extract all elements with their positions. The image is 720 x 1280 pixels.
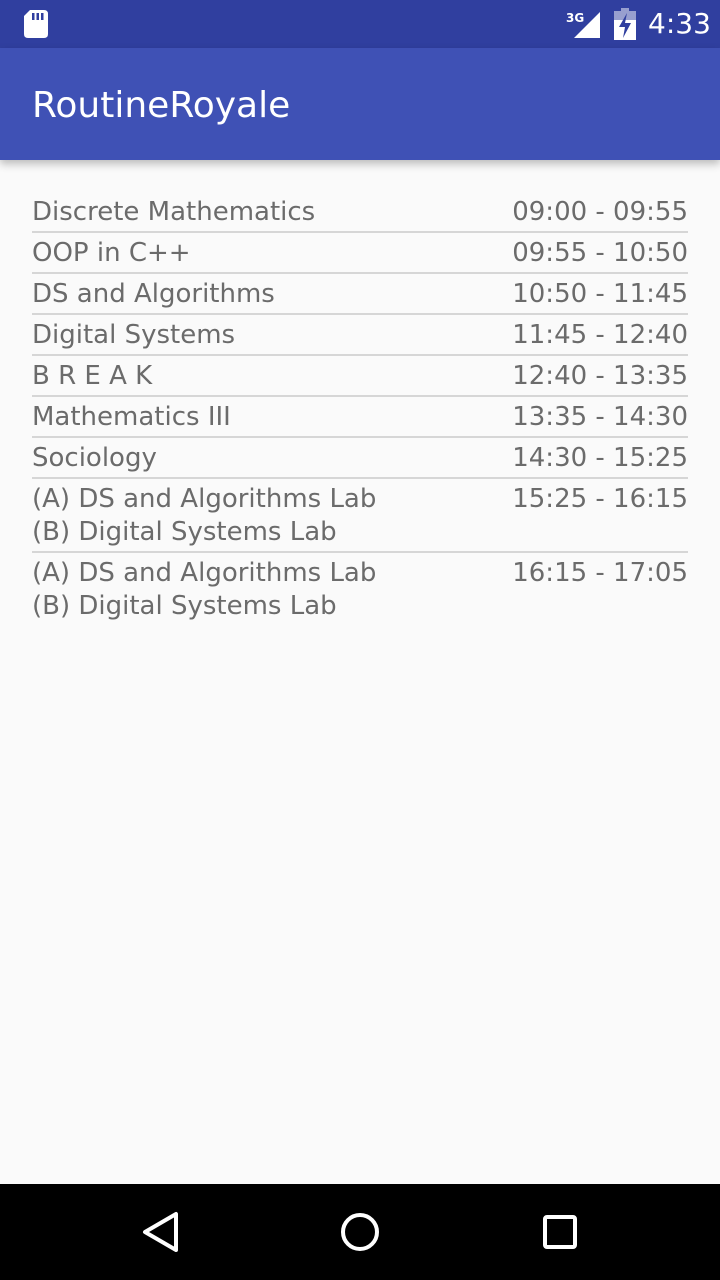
time-label: 11:45 - 12:40: [512, 320, 688, 350]
subject-label: (A) DS and Algorithms Lab (B) Digital Sy…: [32, 484, 377, 547]
subject-label: Discrete Mathematics: [32, 197, 316, 227]
schedule-row: Digital Systems 11:45 - 12:40: [32, 315, 688, 356]
signal-icon: 3G: [566, 11, 600, 38]
network-type-label: 3G: [566, 11, 584, 25]
time-label: 15:25 - 16:15: [512, 484, 688, 514]
back-icon[interactable]: [136, 1208, 184, 1256]
schedule-row: B R E A K 12:40 - 13:35: [32, 356, 688, 397]
navigation-bar: [0, 1184, 720, 1280]
app-bar: RoutineRoyale: [0, 48, 720, 160]
time-label: 12:40 - 13:35: [512, 361, 688, 391]
app-title: RoutineRoyale: [32, 85, 291, 126]
schedule-row: (A) DS and Algorithms Lab (B) Digital Sy…: [32, 479, 688, 553]
schedule-row: Sociology 14:30 - 15:25: [32, 438, 688, 479]
schedule-row: Mathematics III 13:35 - 14:30: [32, 397, 688, 438]
time-label: 09:55 - 10:50: [512, 238, 688, 268]
schedule-row: OOP in C++ 09:55 - 10:50: [32, 233, 688, 274]
time-label: 14:30 - 15:25: [512, 443, 688, 473]
time-label: 09:00 - 09:55: [512, 197, 688, 227]
status-bar: 3G 4:33: [0, 0, 720, 48]
schedule-list: Discrete Mathematics 09:00 - 09:55 OOP i…: [32, 192, 688, 625]
subject-label: Sociology: [32, 443, 157, 473]
home-icon[interactable]: [336, 1208, 384, 1256]
time-label: 16:15 - 17:05: [512, 558, 688, 588]
schedule-row: (A) DS and Algorithms Lab (B) Digital Sy…: [32, 553, 688, 625]
time-label: 10:50 - 11:45: [512, 279, 688, 309]
schedule-row: DS and Algorithms 10:50 - 11:45: [32, 274, 688, 315]
sd-card-icon: [24, 10, 48, 38]
battery-charging-icon: [614, 8, 636, 40]
subject-label: Digital Systems: [32, 320, 236, 350]
status-clock: 4:33: [648, 7, 711, 40]
schedule-row: Discrete Mathematics 09:00 - 09:55: [32, 192, 688, 233]
recents-icon[interactable]: [536, 1208, 584, 1256]
subject-label: OOP in C++: [32, 238, 191, 268]
subject-label: Mathematics III: [32, 402, 231, 432]
subject-label: B R E A K: [32, 361, 153, 391]
subject-label: DS and Algorithms: [32, 279, 275, 309]
subject-label: (A) DS and Algorithms Lab (B) Digital Sy…: [32, 558, 377, 621]
time-label: 13:35 - 14:30: [512, 402, 688, 432]
